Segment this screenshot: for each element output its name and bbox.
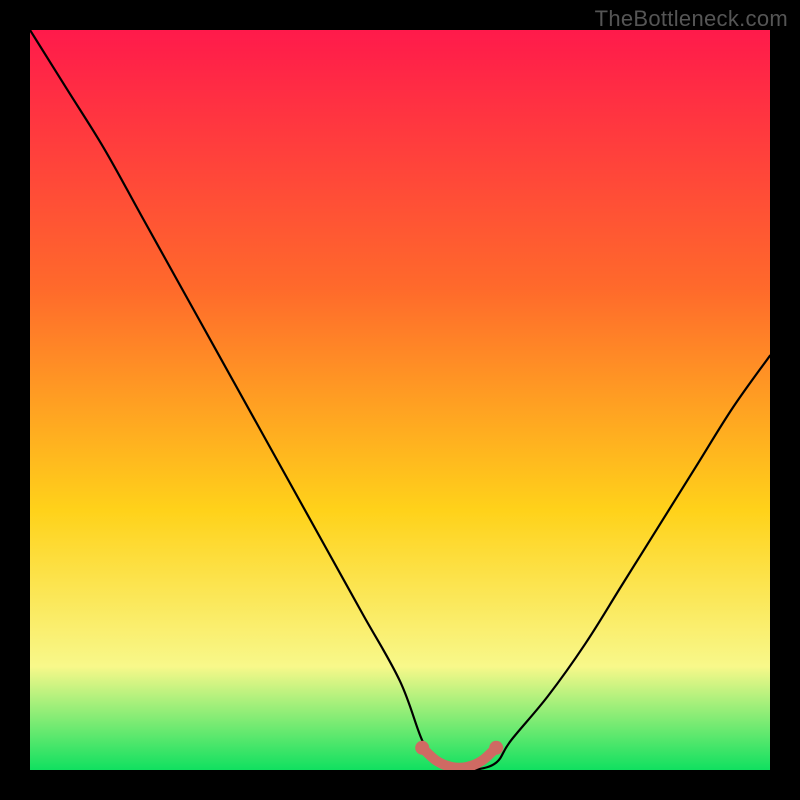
plot-area — [30, 30, 770, 770]
chart-frame: TheBottleneck.com — [0, 0, 800, 800]
marker-end-dot — [415, 741, 429, 755]
gradient-background — [30, 30, 770, 770]
chart-svg — [30, 30, 770, 770]
marker-end-dot — [489, 741, 503, 755]
watermark-text: TheBottleneck.com — [595, 6, 788, 32]
